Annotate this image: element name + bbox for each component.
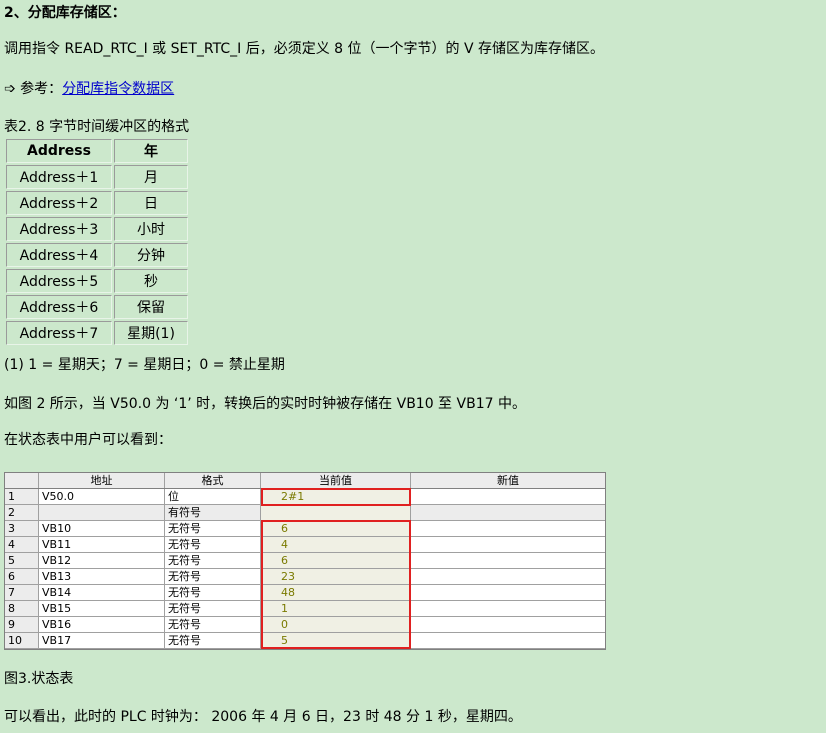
new-value-cell[interactable] xyxy=(411,553,605,568)
format-cell[interactable]: 无符号 xyxy=(165,569,261,584)
table-cell: 年 xyxy=(114,139,188,163)
new-value-cell[interactable] xyxy=(411,601,605,616)
new-value-cell[interactable] xyxy=(411,489,605,504)
address-cell[interactable]: VB17 xyxy=(39,633,165,648)
paragraph-instructions: 调用指令 READ_RTC_I 或 SET_RTC_I 后，必须定义 8 位（一… xyxy=(4,41,604,57)
new-value-cell[interactable] xyxy=(411,633,605,648)
address-cell[interactable]: VB10 xyxy=(39,521,165,536)
format-cell[interactable]: 位 xyxy=(165,489,261,504)
table-cell: 日 xyxy=(114,191,188,215)
paragraph-conclusion: 可以看出，此时的 PLC 时钟为： 2006 年 4 月 6 日，23 时 48… xyxy=(4,709,522,725)
header-cell: 当前值 xyxy=(261,473,411,488)
new-value-cell[interactable] xyxy=(411,585,605,600)
header-cell: 地址 xyxy=(39,473,165,488)
format-cell[interactable]: 无符号 xyxy=(165,617,261,632)
status-table: 地址 格式 当前值 新值 1 V50.0 位 2#1 2 有符号 3 VB10 … xyxy=(4,472,606,650)
table-cell: 秒 xyxy=(114,269,188,293)
table-cell: Address＋6 xyxy=(6,295,112,319)
highlight-box-v50 xyxy=(261,488,411,506)
format-cell[interactable]: 无符号 xyxy=(165,633,261,648)
reference-prefix: ➩ 参考： xyxy=(4,81,63,97)
address-cell[interactable]: VB12 xyxy=(39,553,165,568)
row-number: 10 xyxy=(5,633,39,648)
format-cell[interactable]: 无符号 xyxy=(165,601,261,616)
paragraph-storage: 如图 2 所示，当 V50.0 为 ‘1’ 时，转换后的实时时钟被存储在 VB1… xyxy=(4,396,526,412)
row-number: 4 xyxy=(5,537,39,552)
paragraph-status-intro: 在状态表中用户可以看到： xyxy=(4,432,172,448)
header-cell: 格式 xyxy=(165,473,261,488)
new-value-cell[interactable] xyxy=(411,569,605,584)
header-cell: 新值 xyxy=(497,474,519,487)
table-caption: 表2. 8 字节时间缓冲区的格式 xyxy=(4,119,190,135)
row-number: 8 xyxy=(5,601,39,616)
row-number: 9 xyxy=(5,617,39,632)
new-value-cell[interactable] xyxy=(411,521,605,536)
new-value-cell[interactable] xyxy=(411,537,605,552)
current-value-cell xyxy=(261,505,411,520)
table-cell: 分钟 xyxy=(114,243,188,267)
table-cell: Address＋4 xyxy=(6,243,112,267)
address-cell[interactable]: VB14 xyxy=(39,585,165,600)
table-cell: Address xyxy=(6,139,112,163)
table-cell: Address＋7 xyxy=(6,321,112,345)
table-row: Address 年 xyxy=(6,139,188,163)
status-row[interactable]: 2 有符号 xyxy=(5,505,605,521)
row-number: 7 xyxy=(5,585,39,600)
address-cell[interactable]: V50.0 xyxy=(39,489,165,504)
format-cell[interactable]: 无符号 xyxy=(165,521,261,536)
table-cell: Address＋3 xyxy=(6,217,112,241)
table-row: Address＋1 月 xyxy=(6,165,188,189)
table-row: Address＋5 秒 xyxy=(6,269,188,293)
time-buffer-table: Address 年 Address＋1 月 Address＋2 日 Address＋… xyxy=(4,137,190,347)
address-cell[interactable]: VB13 xyxy=(39,569,165,584)
section-heading: 2、分配库存储区： xyxy=(4,5,126,21)
table-cell: Address＋2 xyxy=(6,191,112,215)
header-cell xyxy=(5,473,39,488)
table-row: Address＋3 小时 xyxy=(6,217,188,241)
row-number: 6 xyxy=(5,569,39,584)
table-cell: 月 xyxy=(114,165,188,189)
format-cell[interactable]: 无符号 xyxy=(165,537,261,552)
row-number: 2 xyxy=(5,505,39,520)
address-cell[interactable]: VB16 xyxy=(39,617,165,632)
new-value-cell[interactable] xyxy=(411,617,605,632)
figure-caption: 图3.状态表 xyxy=(4,671,74,687)
table-footnote: (1) 1 = 星期天；7 = 星期日；0 = 禁止星期 xyxy=(4,357,285,373)
reference-line: ➩ 参考：分配库指令数据区 xyxy=(4,80,174,98)
table-cell: Address＋5 xyxy=(6,269,112,293)
status-table-header: 地址 格式 当前值 新值 xyxy=(5,473,605,489)
format-cell[interactable]: 无符号 xyxy=(165,553,261,568)
format-cell[interactable]: 无符号 xyxy=(165,585,261,600)
table-cell: 星期(1) xyxy=(114,321,188,345)
reference-link[interactable]: 分配库指令数据区 xyxy=(62,81,174,97)
highlight-box-vb10-vb17 xyxy=(261,520,411,649)
address-cell[interactable]: VB15 xyxy=(39,601,165,616)
address-cell[interactable] xyxy=(39,505,165,520)
table-row: Address＋2 日 xyxy=(6,191,188,215)
table-cell: 小时 xyxy=(114,217,188,241)
table-cell: Address＋1 xyxy=(6,165,112,189)
row-number: 1 xyxy=(5,489,39,504)
table-row: Address＋4 分钟 xyxy=(6,243,188,267)
row-number: 5 xyxy=(5,553,39,568)
table-row: Address＋6 保留 xyxy=(6,295,188,319)
address-cell[interactable]: VB11 xyxy=(39,537,165,552)
table-cell: 保留 xyxy=(114,295,188,319)
format-cell[interactable]: 有符号 xyxy=(165,505,261,520)
new-value-cell[interactable] xyxy=(411,505,605,520)
row-number: 3 xyxy=(5,521,39,536)
table-row: Address＋7 星期(1) xyxy=(6,321,188,345)
